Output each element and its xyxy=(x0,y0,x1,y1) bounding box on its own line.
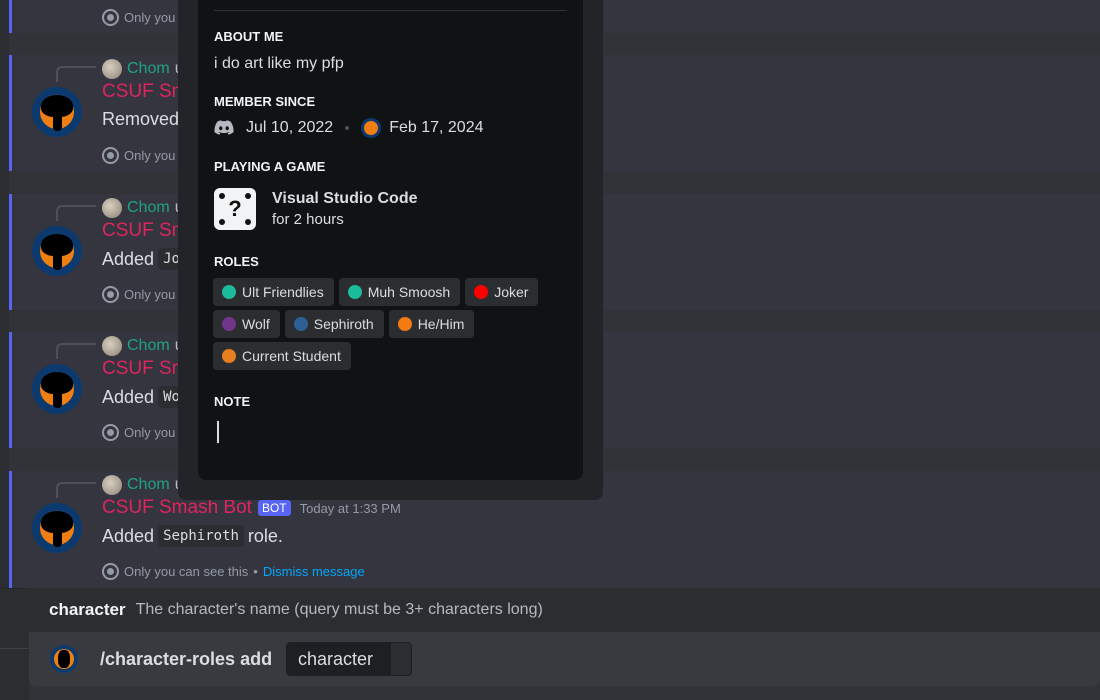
option-name: character xyxy=(49,600,126,619)
reply-spine xyxy=(56,66,96,82)
unknown-game-icon: ? xyxy=(214,188,256,230)
content-text: Added xyxy=(102,386,155,407)
profile-card: ABOUT ME i do art like my pfp MEMBER SIN… xyxy=(198,0,583,480)
role-color-dot xyxy=(293,317,308,331)
note-input[interactable] xyxy=(217,421,219,443)
server-icon xyxy=(361,118,382,138)
reply-avatar xyxy=(102,59,122,79)
role-name: Wolf xyxy=(242,316,270,332)
role-pill[interactable]: He/Him xyxy=(388,310,475,338)
separator-dot xyxy=(345,126,350,130)
reply-username[interactable]: Chom xyxy=(127,60,170,78)
reply-avatar xyxy=(102,198,122,218)
avatar[interactable] xyxy=(32,364,82,414)
sidebar-edge xyxy=(0,588,29,700)
content-text: Removed xyxy=(102,109,180,129)
role-color-dot xyxy=(397,317,412,331)
user-profile-popout: ABOUT ME i do art like my pfp MEMBER SIN… xyxy=(178,0,603,500)
role-name: He/Him xyxy=(417,316,465,332)
divider xyxy=(214,10,567,11)
role-pill[interactable]: Current Student xyxy=(213,342,351,370)
reply-reference[interactable]: Chomu xyxy=(102,475,184,495)
role-pill[interactable]: Muh Smoosh xyxy=(338,278,461,306)
dismiss-message-link[interactable]: Dismiss message xyxy=(263,564,365,579)
ephemeral-note: Only you can see this • Dismiss message xyxy=(102,563,365,580)
role-pill[interactable]: Sephiroth xyxy=(284,310,384,338)
reply-spine xyxy=(56,482,96,498)
reply-reference[interactable]: Chomu xyxy=(102,336,184,356)
eye-icon xyxy=(102,9,119,26)
role-name: Muh Smoosh xyxy=(367,284,451,300)
command-option-field[interactable]: character xyxy=(286,642,412,676)
channel-edge xyxy=(0,0,9,588)
separator: • xyxy=(253,564,258,579)
autocomplete-option[interactable]: character The character's name (query mus… xyxy=(29,588,1100,632)
note-heading: NOTE xyxy=(214,394,251,409)
message-content: Added Wo xyxy=(102,386,185,408)
eye-icon xyxy=(102,286,119,303)
reply-username[interactable]: Chom xyxy=(127,337,170,355)
member-since-heading: MEMBER SINCE xyxy=(214,94,316,109)
roles-list: Ult Friendlies Muh Smoosh Joker Wolf Sephiro… xyxy=(213,278,563,370)
playing-heading: PLAYING A GAME xyxy=(214,159,326,174)
option-description: The character's name (query must be 3+ c… xyxy=(135,601,543,618)
reply-avatar xyxy=(102,475,122,495)
reply-username[interactable]: Chom xyxy=(127,199,170,217)
message-content: Removed xyxy=(102,109,179,130)
ephemeral-text: Only you can see this xyxy=(124,564,249,579)
content-text: role. xyxy=(247,525,283,546)
reply-avatar xyxy=(102,336,122,356)
message-composer[interactable]: /character-roles add character xyxy=(29,632,1100,686)
discord-icon xyxy=(214,120,234,135)
role-name: Sephiroth xyxy=(313,316,374,332)
avatar[interactable] xyxy=(32,87,82,137)
game-duration: for 2 hours xyxy=(272,211,344,228)
activity: ? Visual Studio Code for 2 hours xyxy=(214,188,418,230)
avatar[interactable] xyxy=(32,226,82,276)
content-text: Added xyxy=(102,248,155,269)
role-color-dot xyxy=(222,285,236,299)
eye-icon xyxy=(102,147,119,164)
bot-avatar xyxy=(50,645,78,673)
reply-spine xyxy=(56,205,96,221)
discord-join-date: Jul 10, 2022 xyxy=(246,119,334,136)
role-pill[interactable]: Joker xyxy=(465,278,539,306)
member-since: Jul 10, 2022 Feb 17, 2024 xyxy=(214,118,483,138)
eye-icon xyxy=(102,563,119,580)
avatar[interactable] xyxy=(32,503,82,553)
eye-icon xyxy=(102,424,119,441)
about-me-text: i do art like my pfp xyxy=(214,55,344,72)
reply-reference[interactable]: Chomu xyxy=(102,59,184,79)
role-pill[interactable]: Wolf xyxy=(213,310,280,338)
role-pill[interactable]: Ult Friendlies xyxy=(213,278,334,306)
slash-command: /character-roles add xyxy=(100,648,273,669)
inline-code: Sephiroth xyxy=(158,525,244,547)
role-name: Ult Friendlies xyxy=(242,284,324,300)
role-color-dot xyxy=(222,349,236,363)
message-content: Added Sephiroth role. xyxy=(102,525,283,547)
author-name[interactable]: CSUF Smash Bot xyxy=(102,497,252,519)
timestamp: Today at 1:33 PM xyxy=(299,500,401,516)
reply-username[interactable]: Chom xyxy=(127,476,170,494)
server-join-date: Feb 17, 2024 xyxy=(389,119,484,136)
role-color-dot xyxy=(222,317,236,331)
reply-spine xyxy=(56,343,96,359)
game-name: Visual Studio Code xyxy=(272,190,418,207)
divider xyxy=(0,648,29,649)
role-color-dot xyxy=(347,285,362,299)
role-color-dot xyxy=(474,285,489,299)
content-text: Added xyxy=(102,525,155,546)
bot-badge: BOT xyxy=(257,500,291,516)
role-name: Current Student xyxy=(242,348,341,364)
about-me-heading: ABOUT ME xyxy=(214,29,284,44)
roles-heading: ROLES xyxy=(214,254,259,269)
role-name: Joker xyxy=(494,284,529,300)
reply-reference[interactable]: Chomu xyxy=(102,198,184,218)
message-content: Added Jo xyxy=(102,248,185,270)
option-label: character xyxy=(287,643,391,675)
